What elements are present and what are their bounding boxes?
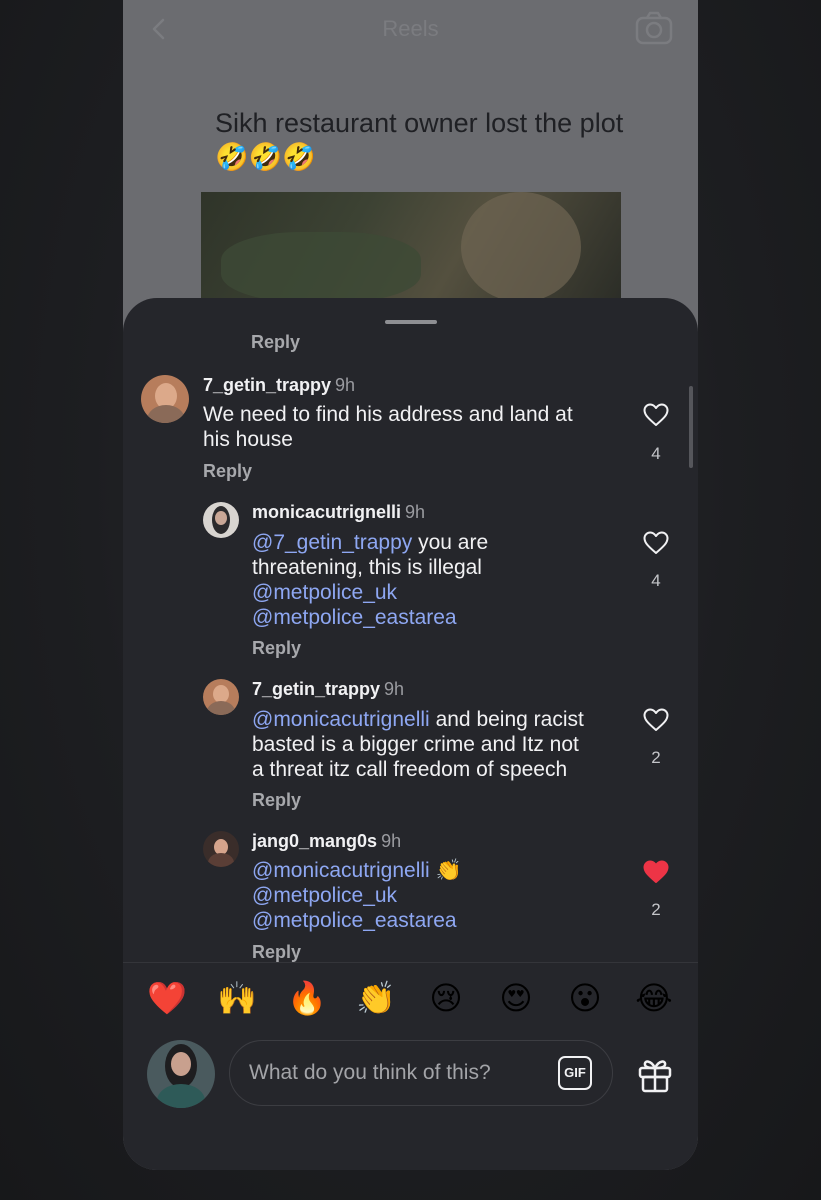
heart-outline-icon[interactable] [642, 402, 670, 428]
quick-reaction-bar: ❤️ 🙌 🔥 👏 😢 😍 😮 😂 [123, 974, 698, 1022]
heart-filled-icon[interactable] [642, 859, 670, 885]
comment-time: 9h [335, 375, 356, 395]
comment-time: 9h [381, 831, 402, 851]
like-count: 4 [651, 444, 661, 463]
reel-caption: Sikh restaurant owner lost the plot 🤣🤣🤣 [215, 108, 624, 172]
comment-input[interactable]: What do you think of this? GIF [229, 1040, 613, 1106]
screen: Reels Sikh restaurant owner lost the plo… [0, 0, 821, 1200]
comment-username-row: 7_getin_trappy 9h [203, 375, 355, 396]
comment-text: We need to find his address and land at … [203, 403, 573, 451]
emoji-raising-hands[interactable]: 🙌 [213, 974, 261, 1022]
comment-username-row: monicacutrignelli 9h [252, 502, 425, 523]
reel-video-thumbnail[interactable] [201, 192, 621, 312]
comment-text: @monicacutrignelli and being racist bast… [252, 708, 584, 781]
reply-button[interactable]: Reply [252, 942, 301, 963]
comment-username-row: 7_getin_trappy 9h [252, 679, 404, 700]
mention-link[interactable]: @monicacutrignelli [252, 708, 430, 731]
heart-outline-icon[interactable] [642, 530, 670, 556]
like-count: 4 [651, 571, 661, 590]
comment-text: @monicacutrignelli 👏 @metpolice_uk @metp… [252, 859, 462, 932]
gif-icon[interactable]: GIF [558, 1056, 592, 1090]
comment-input-placeholder: What do you think of this? [249, 1061, 491, 1084]
comment-text: @7_getin_trappy you are threatening, thi… [252, 531, 489, 629]
avatar[interactable] [203, 679, 239, 715]
emoji-heart[interactable]: ❤️ [143, 974, 191, 1022]
emoji-crying[interactable]: 😢 [422, 974, 470, 1022]
divider [123, 962, 698, 963]
mention-link[interactable]: @metpolice_eastarea [252, 909, 457, 932]
reply-button[interactable]: Reply [252, 638, 301, 659]
reply-button[interactable]: Reply [203, 461, 252, 482]
mention-link[interactable]: @metpolice_eastarea [252, 606, 457, 629]
comment-username[interactable]: jang0_mang0s [252, 831, 377, 851]
comments-sheet: Reply 7_getin_trappy 9h We need to find h… [123, 298, 698, 1170]
emoji-laughing[interactable]: 😂 [630, 974, 678, 1022]
reply-button[interactable]: Reply [252, 790, 301, 811]
emoji-surprised[interactable]: 😮 [561, 974, 609, 1022]
avatar[interactable] [141, 375, 189, 423]
current-user-avatar [147, 1040, 215, 1108]
gift-icon[interactable] [635, 1054, 675, 1094]
camera-icon[interactable] [634, 10, 674, 46]
mention-link[interactable]: @monicacutrignelli [252, 859, 430, 882]
comment-username[interactable]: 7_getin_trappy [203, 375, 331, 395]
emoji-heart-eyes[interactable]: 😍 [492, 974, 540, 1022]
comment-username[interactable]: monicacutrignelli [252, 502, 401, 522]
comment-username[interactable]: 7_getin_trappy [252, 679, 380, 699]
reply-button[interactable]: Reply [251, 332, 300, 353]
sheet-drag-handle[interactable] [385, 320, 437, 324]
comment-time: 9h [405, 502, 426, 522]
emoji-fire[interactable]: 🔥 [283, 974, 331, 1022]
scrollbar[interactable] [689, 386, 693, 468]
heart-outline-icon[interactable] [642, 707, 670, 733]
like-count: 2 [651, 900, 661, 919]
reel-header: Reels [123, 0, 698, 60]
mention-link[interactable]: @metpolice_uk [252, 581, 397, 604]
avatar[interactable] [203, 831, 239, 867]
reel-title: Reels [382, 16, 439, 41]
comment-username-row: jang0_mang0s 9h [252, 831, 401, 852]
mention-link[interactable]: @7_getin_trappy [252, 531, 412, 554]
avatar[interactable] [203, 502, 239, 538]
mention-link[interactable]: @metpolice_uk [252, 884, 397, 907]
comment-time: 9h [384, 679, 405, 699]
emoji-clapping[interactable]: 👏 [352, 974, 400, 1022]
like-count: 2 [651, 748, 661, 767]
